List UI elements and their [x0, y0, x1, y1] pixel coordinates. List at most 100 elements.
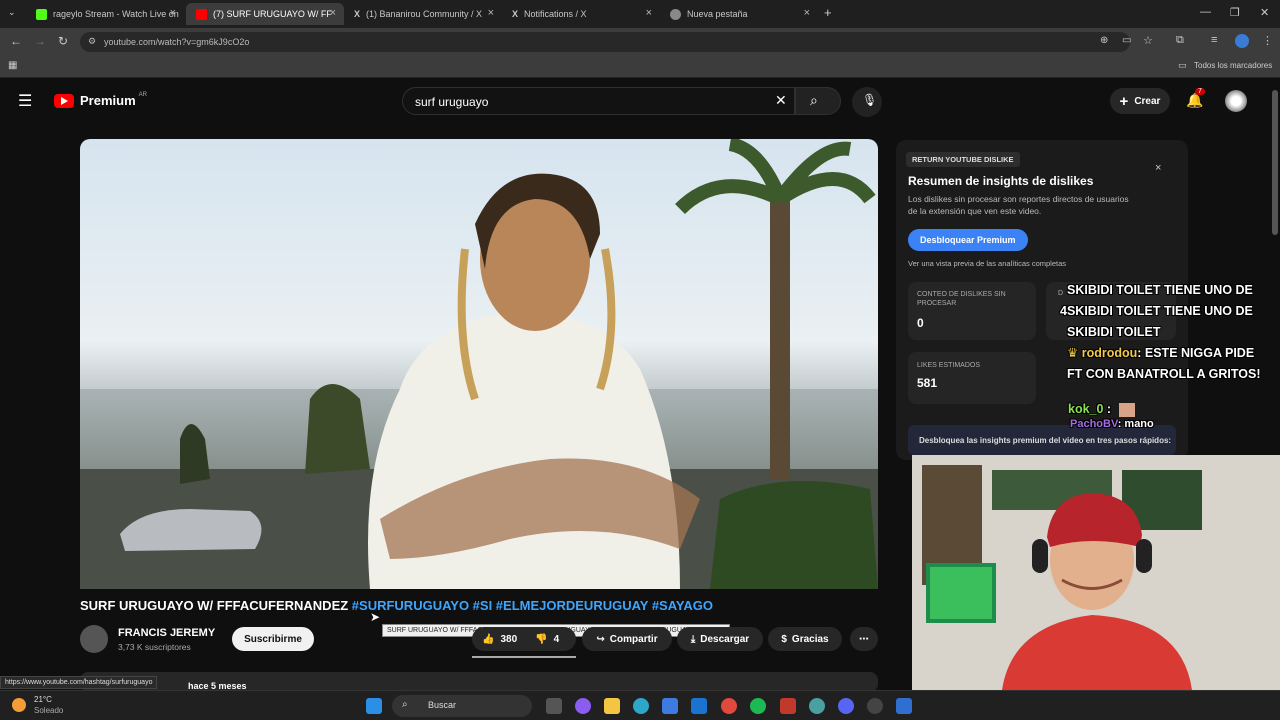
x-icon: X	[512, 9, 519, 19]
back-icon[interactable]: ←	[10, 34, 22, 48]
title-hashtags[interactable]: #SURFURUGUAYO #SI #ELMEJORDEURUGUAY #SAY…	[352, 598, 713, 613]
copilot-icon[interactable]	[575, 698, 591, 714]
chat-message: SKIBIDI TOILET TIENE UNO DE	[1067, 283, 1253, 297]
youtube-logo[interactable]: Premium AR	[54, 92, 147, 108]
download-label: Descargar	[700, 633, 750, 645]
avatar[interactable]	[1225, 90, 1247, 112]
youtube-play-icon	[54, 93, 74, 108]
video-player[interactable]	[80, 139, 878, 589]
chat-username: kok_0	[1068, 402, 1104, 416]
app-icon[interactable]	[809, 698, 825, 714]
tab-youtube[interactable]: (7) SURF URUGUAYO W/ FF ×	[186, 3, 344, 25]
search-input[interactable]: surf uruguayo ✕	[402, 87, 795, 115]
task-view-icon[interactable]	[546, 698, 562, 714]
webcam-frame	[912, 455, 1280, 690]
close-icon[interactable]: ×	[488, 7, 494, 19]
windows-start-icon[interactable]	[366, 698, 382, 714]
scrollbar[interactable]	[1272, 90, 1278, 235]
tab-label: rageylo Stream - Watch Live on	[53, 9, 179, 19]
menu-icon[interactable]: ⋮	[1262, 34, 1273, 47]
discord-icon[interactable]	[838, 698, 854, 714]
share-button[interactable]: ↪ Compartir	[582, 627, 672, 651]
bookmark-star-icon[interactable]: ☆	[1143, 34, 1153, 47]
chrome-icon[interactable]	[721, 698, 737, 714]
like-button[interactable]: 👍 380 👎 4	[472, 627, 576, 651]
tab-kick[interactable]: rageylo Stream - Watch Live on ×	[26, 3, 184, 25]
estimated-likes-stat: LIKES ESTIMADOS 581	[908, 352, 1036, 404]
tab-label: (7) SURF URUGUAYO W/ FF	[213, 9, 332, 19]
close-icon[interactable]: ×	[1155, 162, 1161, 174]
like-ratio-bar	[472, 656, 576, 658]
extensions-icon[interactable]: ⧉	[1176, 34, 1184, 47]
weather-icon[interactable]	[12, 698, 26, 712]
status-bar-link: https://www.youtube.com/hashtag/surfurug…	[0, 676, 158, 689]
app-icon[interactable]	[896, 698, 912, 714]
weather-temp[interactable]: 21°C	[34, 695, 52, 704]
taskbar-search[interactable]: ⌕ Buscar	[392, 695, 532, 717]
search-value: surf uruguayo	[415, 95, 489, 109]
kick-icon	[36, 8, 47, 20]
profile-icon[interactable]	[1235, 34, 1249, 48]
description-box[interactable]: hace 5 meses	[80, 672, 878, 692]
minimize-icon[interactable]: —	[1200, 6, 1211, 18]
preview-analytics-link[interactable]: Ver una vista previa de las analíticas c…	[908, 259, 1066, 268]
thumbs-down-icon[interactable]: 👎	[535, 634, 547, 645]
obs-icon[interactable]	[867, 698, 883, 714]
store-icon[interactable]	[662, 698, 678, 714]
stat-value: 0	[917, 316, 924, 330]
channel-name[interactable]: FRANCIS JEREMY	[118, 627, 215, 639]
tab-x-notifications[interactable]: X Notifications / X ×	[502, 3, 660, 25]
cast-icon[interactable]: ▭	[1122, 35, 1131, 46]
new-tab-icon[interactable]: +	[824, 5, 832, 20]
spotify-icon[interactable]	[750, 698, 766, 714]
close-icon[interactable]: ×	[330, 7, 336, 19]
search-icon: ⌕	[810, 92, 818, 108]
reload-icon[interactable]: ↻	[58, 34, 68, 48]
windows-taskbar: 21°C Soleado ⌕ Buscar	[0, 690, 1280, 720]
close-icon[interactable]: ×	[804, 7, 810, 19]
close-icon[interactable]: ×	[646, 7, 652, 19]
x-icon: X	[354, 9, 361, 19]
clear-search-icon[interactable]: ✕	[775, 92, 787, 109]
share-label: Compartir	[609, 633, 658, 645]
hamburger-menu-icon[interactable]: ☰	[18, 91, 32, 111]
raw-dislike-stat: CONTEO DE DISLIKES SIN PROCESAR 0	[908, 282, 1036, 340]
edge-icon[interactable]	[633, 698, 649, 714]
chat-message: SKIBIDI TOILET	[1067, 325, 1161, 339]
thumbs-up-icon: 👍	[482, 633, 495, 645]
tab-list-icon[interactable]: ⌄	[8, 7, 16, 18]
unlock-premium-button[interactable]: Desbloquear Premium	[908, 229, 1028, 251]
apps-icon[interactable]: ▦	[8, 60, 17, 71]
url-text: youtube.com/watch?v=gm6kJ9cO2o	[104, 37, 250, 47]
download-button[interactable]: ⤓ Descargar	[677, 627, 763, 651]
voice-search-button[interactable]: 🎙	[852, 87, 882, 117]
streamer-webcam	[912, 455, 1280, 690]
channel-avatar[interactable]	[80, 625, 108, 653]
tab-label: Nueva pestaña	[687, 9, 748, 19]
tab-label: Notifications / X	[524, 9, 587, 19]
search-button[interactable]: ⌕	[795, 87, 841, 115]
reading-list-icon[interactable]: ≡	[1211, 34, 1217, 46]
chat-message: FT CON BANATROLL A GRITOS!	[1067, 367, 1261, 381]
more-actions-button[interactable]: ⋯	[850, 627, 878, 651]
file-explorer-icon[interactable]	[604, 698, 620, 714]
notifications-button[interactable]: 🔔 7	[1186, 88, 1205, 110]
tab-new[interactable]: Nueva pestaña ×	[660, 3, 818, 25]
app-icon[interactable]	[780, 698, 796, 714]
forward-icon[interactable]: →	[34, 34, 46, 48]
zoom-icon[interactable]: ⊕	[1100, 35, 1108, 46]
stat-value: 581	[917, 376, 938, 390]
outlook-icon[interactable]	[691, 698, 707, 714]
site-info-icon[interactable]: ⚙	[88, 36, 96, 47]
subscribe-button[interactable]: Suscribirme	[232, 627, 314, 651]
window-close-icon[interactable]: ✕	[1260, 6, 1269, 19]
stream-chat-overlay: SKIBIDI TOILET TIENE UNO DE 4SKIBIDI TOI…	[1060, 280, 1280, 455]
tab-x-community[interactable]: X (1) Bananirou Community / X ×	[344, 3, 502, 25]
thanks-button[interactable]: $ Gracias	[768, 627, 842, 651]
restore-icon[interactable]: ❐	[1230, 6, 1240, 19]
close-icon[interactable]: ×	[170, 7, 176, 19]
video-frame	[80, 139, 878, 589]
url-field[interactable]: ⚙ youtube.com/watch?v=gm6kJ9cO2o	[80, 32, 1130, 52]
create-button[interactable]: + Crear	[1110, 88, 1170, 114]
all-bookmarks-link[interactable]: Todos los marcadores	[1194, 61, 1272, 70]
